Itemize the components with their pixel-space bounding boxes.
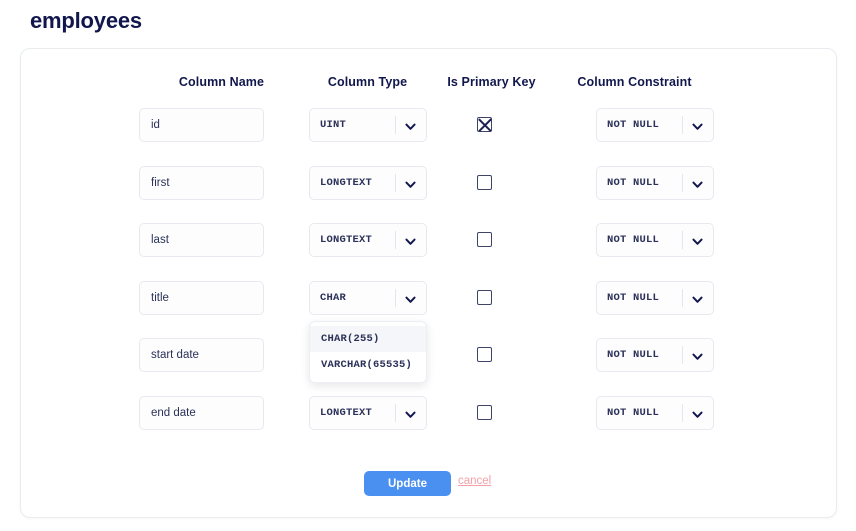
select-divider [682,346,683,364]
is-primary-key-checkbox[interactable] [477,404,493,421]
column-type-select[interactable]: LONGTEXT [309,165,427,200]
cross-mark-icon [477,117,492,132]
is-primary-key-checkbox[interactable] [477,232,493,248]
column-type-value: LONGTEXT [320,406,373,419]
update-button[interactable]: Update [364,471,451,496]
table-row: NOT NULL [21,338,836,372]
column-name-input[interactable] [139,108,264,142]
chevron-down-icon [404,178,417,191]
table-row: LONGTEXT NOT NULL [21,223,836,257]
chevron-down-icon [691,120,704,133]
chevron-down-icon [691,293,704,306]
column-type-value: LONGTEXT [320,176,373,189]
page-title: employees [30,8,142,33]
dropdown-option[interactable]: VARCHAR(65535) [310,352,426,378]
chevron-down-icon [404,293,417,306]
column-constraint-select[interactable]: NOT NULL [596,108,714,142]
column-type-select[interactable]: CHAR [309,280,427,315]
column-constraint-value: NOT NULL [607,234,660,246]
column-constraint-select[interactable]: NOT NULL [596,338,714,372]
chevron-down-icon [404,120,417,133]
column-type-select[interactable]: LONGTEXT [309,395,427,430]
column-name-input[interactable] [139,395,264,430]
column-type-select[interactable]: LONGTEXT [309,223,427,257]
column-header-column-name: Column Name [178,75,265,89]
column-header-is-primary-key: Is Primary Key [447,75,536,89]
column-constraint-value: NOT NULL [607,176,660,189]
table-row: LONGTEXT NOT NULL [21,165,836,200]
is-primary-key-checkbox[interactable] [477,174,493,191]
select-divider [682,288,683,307]
is-primary-key-checkbox[interactable] [477,117,493,133]
chevron-down-icon [691,235,704,248]
column-name-input[interactable] [139,280,264,315]
chevron-down-icon [691,408,704,421]
chevron-down-icon [691,178,704,191]
column-constraint-value: NOT NULL [607,349,660,361]
column-constraint-select[interactable]: NOT NULL [596,280,714,315]
select-divider [682,403,683,422]
select-divider [682,173,683,192]
select-divider [395,173,396,192]
select-divider [395,403,396,422]
table-header-row: Column Name Column Type Is Primary Key C… [21,75,836,95]
is-primary-key-checkbox[interactable] [477,347,493,363]
page-root: employees Column Name Column Type Is Pri… [0,0,856,531]
checkbox-box-icon [477,232,492,247]
chevron-down-icon [404,408,417,421]
column-type-value: LONGTEXT [320,234,373,246]
column-type-value: CHAR [320,291,347,304]
column-constraint-select[interactable]: NOT NULL [596,395,714,430]
cancel-link[interactable]: cancel [458,475,491,487]
column-type-dropdown-menu: CHAR(255) VARCHAR(65535) [309,320,427,383]
column-type-value: UINT [320,119,347,131]
table-row: UINT NOT NULL [21,108,836,142]
checkbox-box-icon [477,347,492,362]
chevron-down-icon [404,235,417,248]
column-constraint-select[interactable]: NOT NULL [596,223,714,257]
column-name-input[interactable] [139,165,264,200]
checkbox-box-icon [477,289,492,305]
column-constraint-value: NOT NULL [607,406,660,419]
column-name-input[interactable] [139,338,264,372]
column-constraint-value: NOT NULL [607,291,660,304]
column-constraint-select[interactable]: NOT NULL [596,165,714,200]
dropdown-option[interactable]: CHAR(255) [310,325,426,352]
is-primary-key-checkbox[interactable] [477,289,493,306]
chevron-down-icon [691,350,704,363]
select-divider [395,116,396,134]
column-type-select[interactable]: UINT [309,108,427,142]
column-name-input[interactable] [139,223,264,257]
select-divider [682,231,683,249]
select-divider [682,116,683,134]
checkbox-box-icon [477,174,492,190]
table-row: LONGTEXT NOT NULL [21,395,836,430]
checkbox-box-icon [477,404,492,420]
column-header-column-constraint: Column Constraint [577,75,692,89]
schema-editor-card: Column Name Column Type Is Primary Key C… [20,48,837,518]
select-divider [395,288,396,307]
table-row: CHAR NOT NULL [21,280,836,315]
select-divider [395,231,396,249]
column-constraint-value: NOT NULL [607,119,660,131]
form-footer: Update cancel [21,471,836,503]
